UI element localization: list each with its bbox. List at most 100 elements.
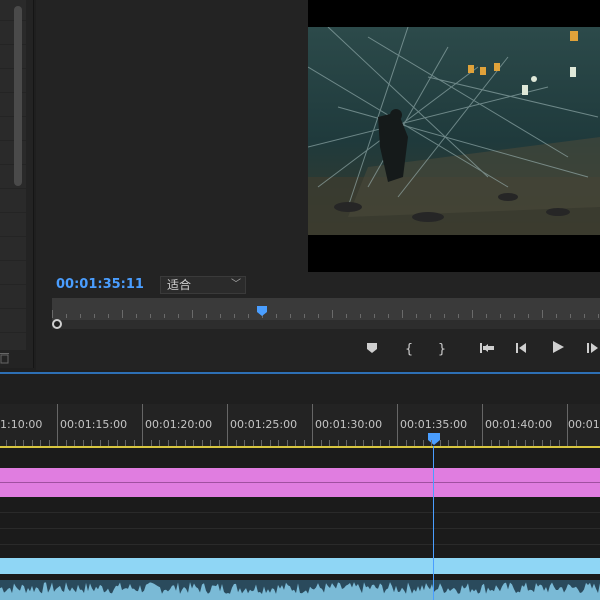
ruler-tick (320, 440, 322, 446)
ruler-tick (192, 310, 193, 318)
track-divider (0, 544, 600, 545)
ruler-tick (448, 440, 449, 446)
list-divider (0, 44, 26, 45)
ruler-tick (248, 314, 249, 318)
ruler-label: 00:01:20:00 (145, 418, 213, 431)
ruler-tick (490, 440, 492, 446)
ruler-label: 00:01:15:00 (60, 418, 128, 431)
ruler-tick (524, 440, 526, 446)
chevron-down-icon: ﹀ (231, 279, 241, 290)
step-forward-icon[interactable] (582, 340, 600, 360)
ruler-tick (40, 440, 41, 446)
list-divider (0, 284, 26, 285)
go-to-in-icon[interactable] (476, 340, 498, 360)
timeline-header (0, 374, 600, 404)
ruler-tick (136, 314, 137, 318)
ruler-tick (550, 440, 551, 446)
current-timecode[interactable]: 00:01:35:11 (56, 277, 144, 292)
ruler-label: 00:01:35:00 (400, 418, 468, 431)
playhead-line (433, 446, 434, 600)
ruler-tick (227, 404, 228, 446)
ruler-tick (542, 310, 543, 318)
ruler-tick (80, 314, 81, 318)
list-divider (0, 20, 26, 21)
ruler-tick (575, 440, 577, 446)
list-divider (0, 332, 26, 333)
ruler-tick (295, 440, 296, 446)
mark-out-icon[interactable]: } (431, 340, 453, 360)
ruler-tick (261, 440, 262, 446)
ruler-tick (290, 314, 291, 318)
video-preview (308, 27, 600, 235)
ruler-tick (269, 440, 271, 446)
play-icon[interactable] (547, 340, 569, 360)
ruler-tick (276, 314, 277, 318)
ruler-tick (312, 404, 313, 446)
ruler-tick (218, 440, 220, 446)
audio-clip[interactable] (0, 558, 600, 574)
ruler-tick (332, 310, 333, 318)
ruler-label: 00:01: (568, 418, 600, 431)
ruler-tick (178, 314, 179, 318)
list-divider (0, 212, 26, 213)
video-clip[interactable] (0, 483, 600, 497)
monitor-time-ruler[interactable] (52, 298, 600, 320)
ruler-tick (220, 314, 221, 318)
ruler-tick (193, 440, 194, 446)
ruler-tick (388, 440, 390, 446)
trash-icon[interactable] (0, 352, 10, 364)
mark-in-icon[interactable]: { (398, 340, 420, 360)
ruler-tick (371, 440, 373, 446)
ruler-tick (108, 440, 109, 446)
ruler-tick (303, 440, 305, 446)
list-divider (0, 92, 26, 93)
ruler-tick (422, 440, 424, 446)
ruler-tick (31, 440, 33, 446)
list-divider (0, 68, 26, 69)
ruler-tick (318, 314, 319, 318)
ruler-tick (74, 440, 75, 446)
zoom-handle[interactable] (52, 319, 62, 329)
ruler-tick (416, 314, 417, 318)
empty-track-area (0, 497, 600, 557)
video-clip[interactable] (0, 468, 600, 482)
ruler-tick (14, 440, 16, 446)
monitor-zoom-scrollbar[interactable] (52, 320, 600, 329)
ruler-tick (337, 440, 339, 446)
ruler-tick (360, 314, 361, 318)
ruler-label: 1:10:00 (0, 418, 43, 431)
add-marker-icon[interactable] (361, 340, 383, 360)
step-back-icon[interactable] (511, 340, 533, 360)
ruler-tick (48, 440, 50, 446)
ruler-tick (405, 440, 407, 446)
zoom-fit-select[interactable]: 适合 ﹀ (160, 276, 246, 294)
ruler-tick (164, 314, 165, 318)
ruler-tick (465, 440, 466, 446)
ruler-tick (456, 440, 458, 446)
ruler-tick (52, 310, 53, 318)
ruler-label: 00:01:30:00 (315, 418, 383, 431)
ruler-tick (176, 440, 177, 446)
ruler-tick (201, 440, 203, 446)
monitor-playhead[interactable] (257, 306, 267, 316)
ruler-tick (235, 440, 237, 446)
list-divider (0, 308, 26, 309)
video-track-empty (0, 448, 600, 466)
timeline-playhead[interactable] (428, 433, 440, 445)
ruler-tick (380, 440, 381, 446)
ruler-tick (439, 440, 441, 446)
ruler-tick (66, 314, 67, 318)
audio-waveform[interactable] (0, 580, 600, 600)
ruler-tick (556, 314, 557, 318)
ruler-tick (167, 440, 169, 446)
zoom-fit-value: 适合 (167, 278, 192, 292)
project-scrollbar[interactable] (14, 6, 22, 186)
ruler-tick (91, 440, 92, 446)
ruler-tick (329, 440, 330, 446)
ruler-tick (431, 440, 432, 446)
ruler-tick (346, 314, 347, 318)
ruler-tick (57, 404, 58, 446)
ruler-tick (133, 440, 135, 446)
ruler-label: 00:01:40:00 (485, 418, 553, 431)
ruler-tick (458, 314, 459, 318)
